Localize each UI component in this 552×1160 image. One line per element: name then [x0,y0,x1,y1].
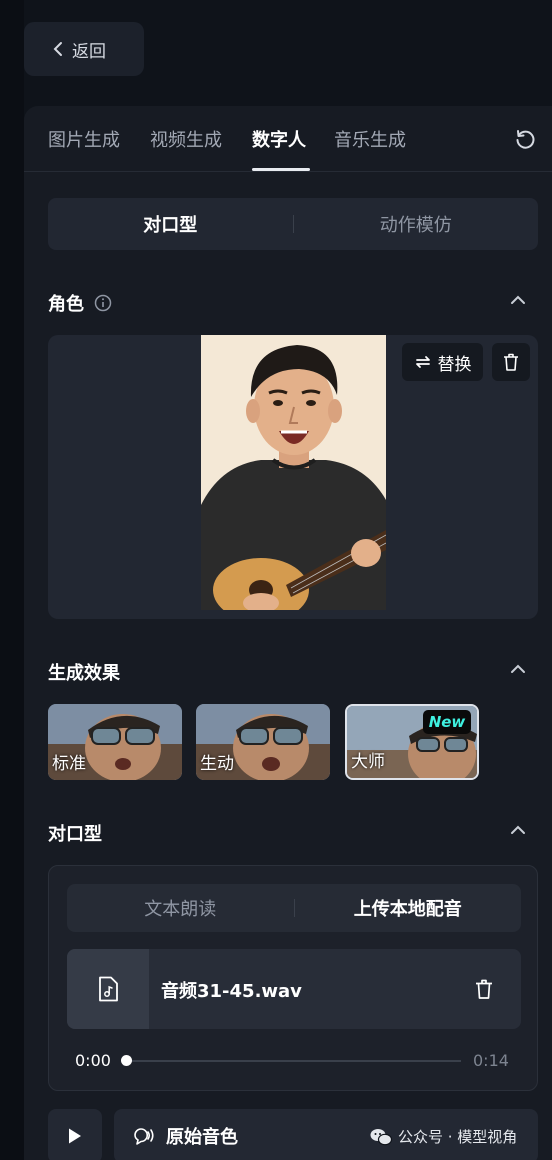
lipsync-title: 对口型 [48,824,102,845]
tab-image-gen[interactable]: 图片生成 [48,126,120,152]
back-button[interactable]: 返回 [24,22,144,76]
chevron-left-icon [53,42,62,56]
total-time: 0:14 [473,1051,509,1070]
watermark-text: 公众号 · 模型视角 [398,1128,518,1146]
role-section-header: 角色 [48,290,112,316]
collapse-lipsync-icon[interactable] [510,825,526,835]
audio-file-row: 音频31-45.wav [67,949,521,1029]
back-label: 返回 [72,41,106,62]
character-illustration [201,335,386,610]
info-icon[interactable] [94,294,112,312]
lipsync-panel: 文本朗读 上传本地配音 音频31-45.wav 0:00 0:14 [48,865,538,1091]
role-preview: 替换 [48,335,538,619]
mode-switch: 对口型 动作模仿 [48,198,538,250]
play-button[interactable] [48,1109,102,1160]
new-badge: New [423,710,471,734]
option-text-reading[interactable]: 文本朗读 [67,895,294,921]
effect-label: 生动 [200,754,234,774]
refresh-icon[interactable] [514,128,536,150]
mode-lipsync[interactable]: 对口型 [48,211,293,237]
main-panel: 图片生成 视频生成 数字人 音乐生成 对口型 动作模仿 角色 替换 生成效果 标… [24,106,552,1160]
audio-source-switch: 文本朗读 上传本地配音 [67,884,521,932]
effect-label: 大师 [351,752,385,772]
replace-label: 替换 [437,354,472,375]
role-title: 角色 [48,294,84,315]
voice-label: 原始音色 [166,1127,238,1148]
delete-character-button[interactable] [492,343,530,381]
option-upload-audio[interactable]: 上传本地配音 [295,895,522,921]
trash-icon [504,353,518,371]
left-edge [0,0,24,1160]
effect-vivid[interactable]: 生动 [196,704,330,780]
tab-video-gen[interactable]: 视频生成 [150,126,222,152]
audio-file-name: 音频31-45.wav [161,981,302,1002]
progress-handle[interactable] [121,1055,132,1066]
watermark: 公众号 · 模型视角 [370,1126,517,1147]
tab-bar: 图片生成 视频生成 数字人 音乐生成 [24,106,552,172]
replace-button[interactable]: 替换 [402,343,483,381]
trash-icon[interactable] [475,979,493,999]
effect-master[interactable]: New 大师 [345,704,479,780]
effect-label: 标准 [52,754,86,774]
progress-track[interactable] [125,1060,461,1062]
mode-motion-imitation[interactable]: 动作模仿 [294,211,539,237]
effect-standard[interactable]: 标准 [48,704,182,780]
active-tab-indicator [252,168,310,171]
voice-icon [134,1128,154,1145]
character-portrait [201,335,386,610]
audio-file-icon [99,976,118,1002]
effects-title: 生成效果 [48,663,120,684]
collapse-effects-icon[interactable] [510,664,526,674]
audio-file-thumb [67,949,149,1029]
tab-digital-human[interactable]: 数字人 [252,126,306,152]
lipsync-section-header: 对口型 [48,820,102,846]
effects-section-header: 生成效果 [48,659,120,685]
tab-music-gen[interactable]: 音乐生成 [334,126,406,152]
play-icon [69,1128,81,1144]
swap-icon [415,356,430,368]
wechat-icon [370,1128,392,1145]
current-time: 0:00 [75,1051,111,1070]
collapse-role-icon[interactable] [510,295,526,305]
